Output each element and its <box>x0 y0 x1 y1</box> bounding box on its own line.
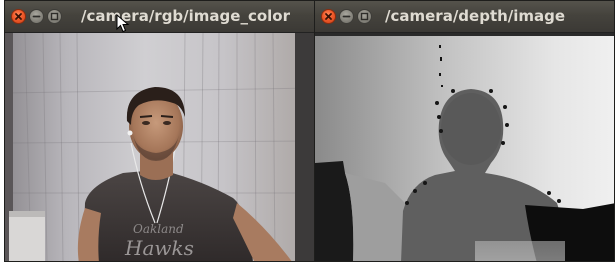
maximize-icon[interactable] <box>357 9 372 24</box>
minimize-icon[interactable] <box>339 9 354 24</box>
depth-image-window: /camera/depth/image <box>314 0 615 262</box>
mouse-cursor-icon <box>116 14 130 33</box>
minimize-icon[interactable] <box>29 9 44 24</box>
rgb-camera-image: Oakland Hawks <box>5 33 314 261</box>
close-icon[interactable] <box>321 9 336 24</box>
svg-text:Oakland: Oakland <box>133 222 184 236</box>
close-icon[interactable] <box>11 9 26 24</box>
svg-text:Hawks: Hawks <box>124 236 194 260</box>
window-title: /camera/depth/image <box>385 7 566 25</box>
window-titlebar[interactable]: /camera/rgb/image_color <box>5 1 314 33</box>
window-title: /camera/rgb/image_color <box>81 7 290 25</box>
window-controls <box>11 9 62 25</box>
window-titlebar[interactable]: /camera/depth/image <box>315 1 614 33</box>
window-controls <box>321 9 372 25</box>
maximize-icon[interactable] <box>47 9 62 24</box>
depth-camera-image <box>315 33 614 261</box>
rgb-image-window: /camera/rgb/image_color Oakland Hawks <box>4 0 315 262</box>
